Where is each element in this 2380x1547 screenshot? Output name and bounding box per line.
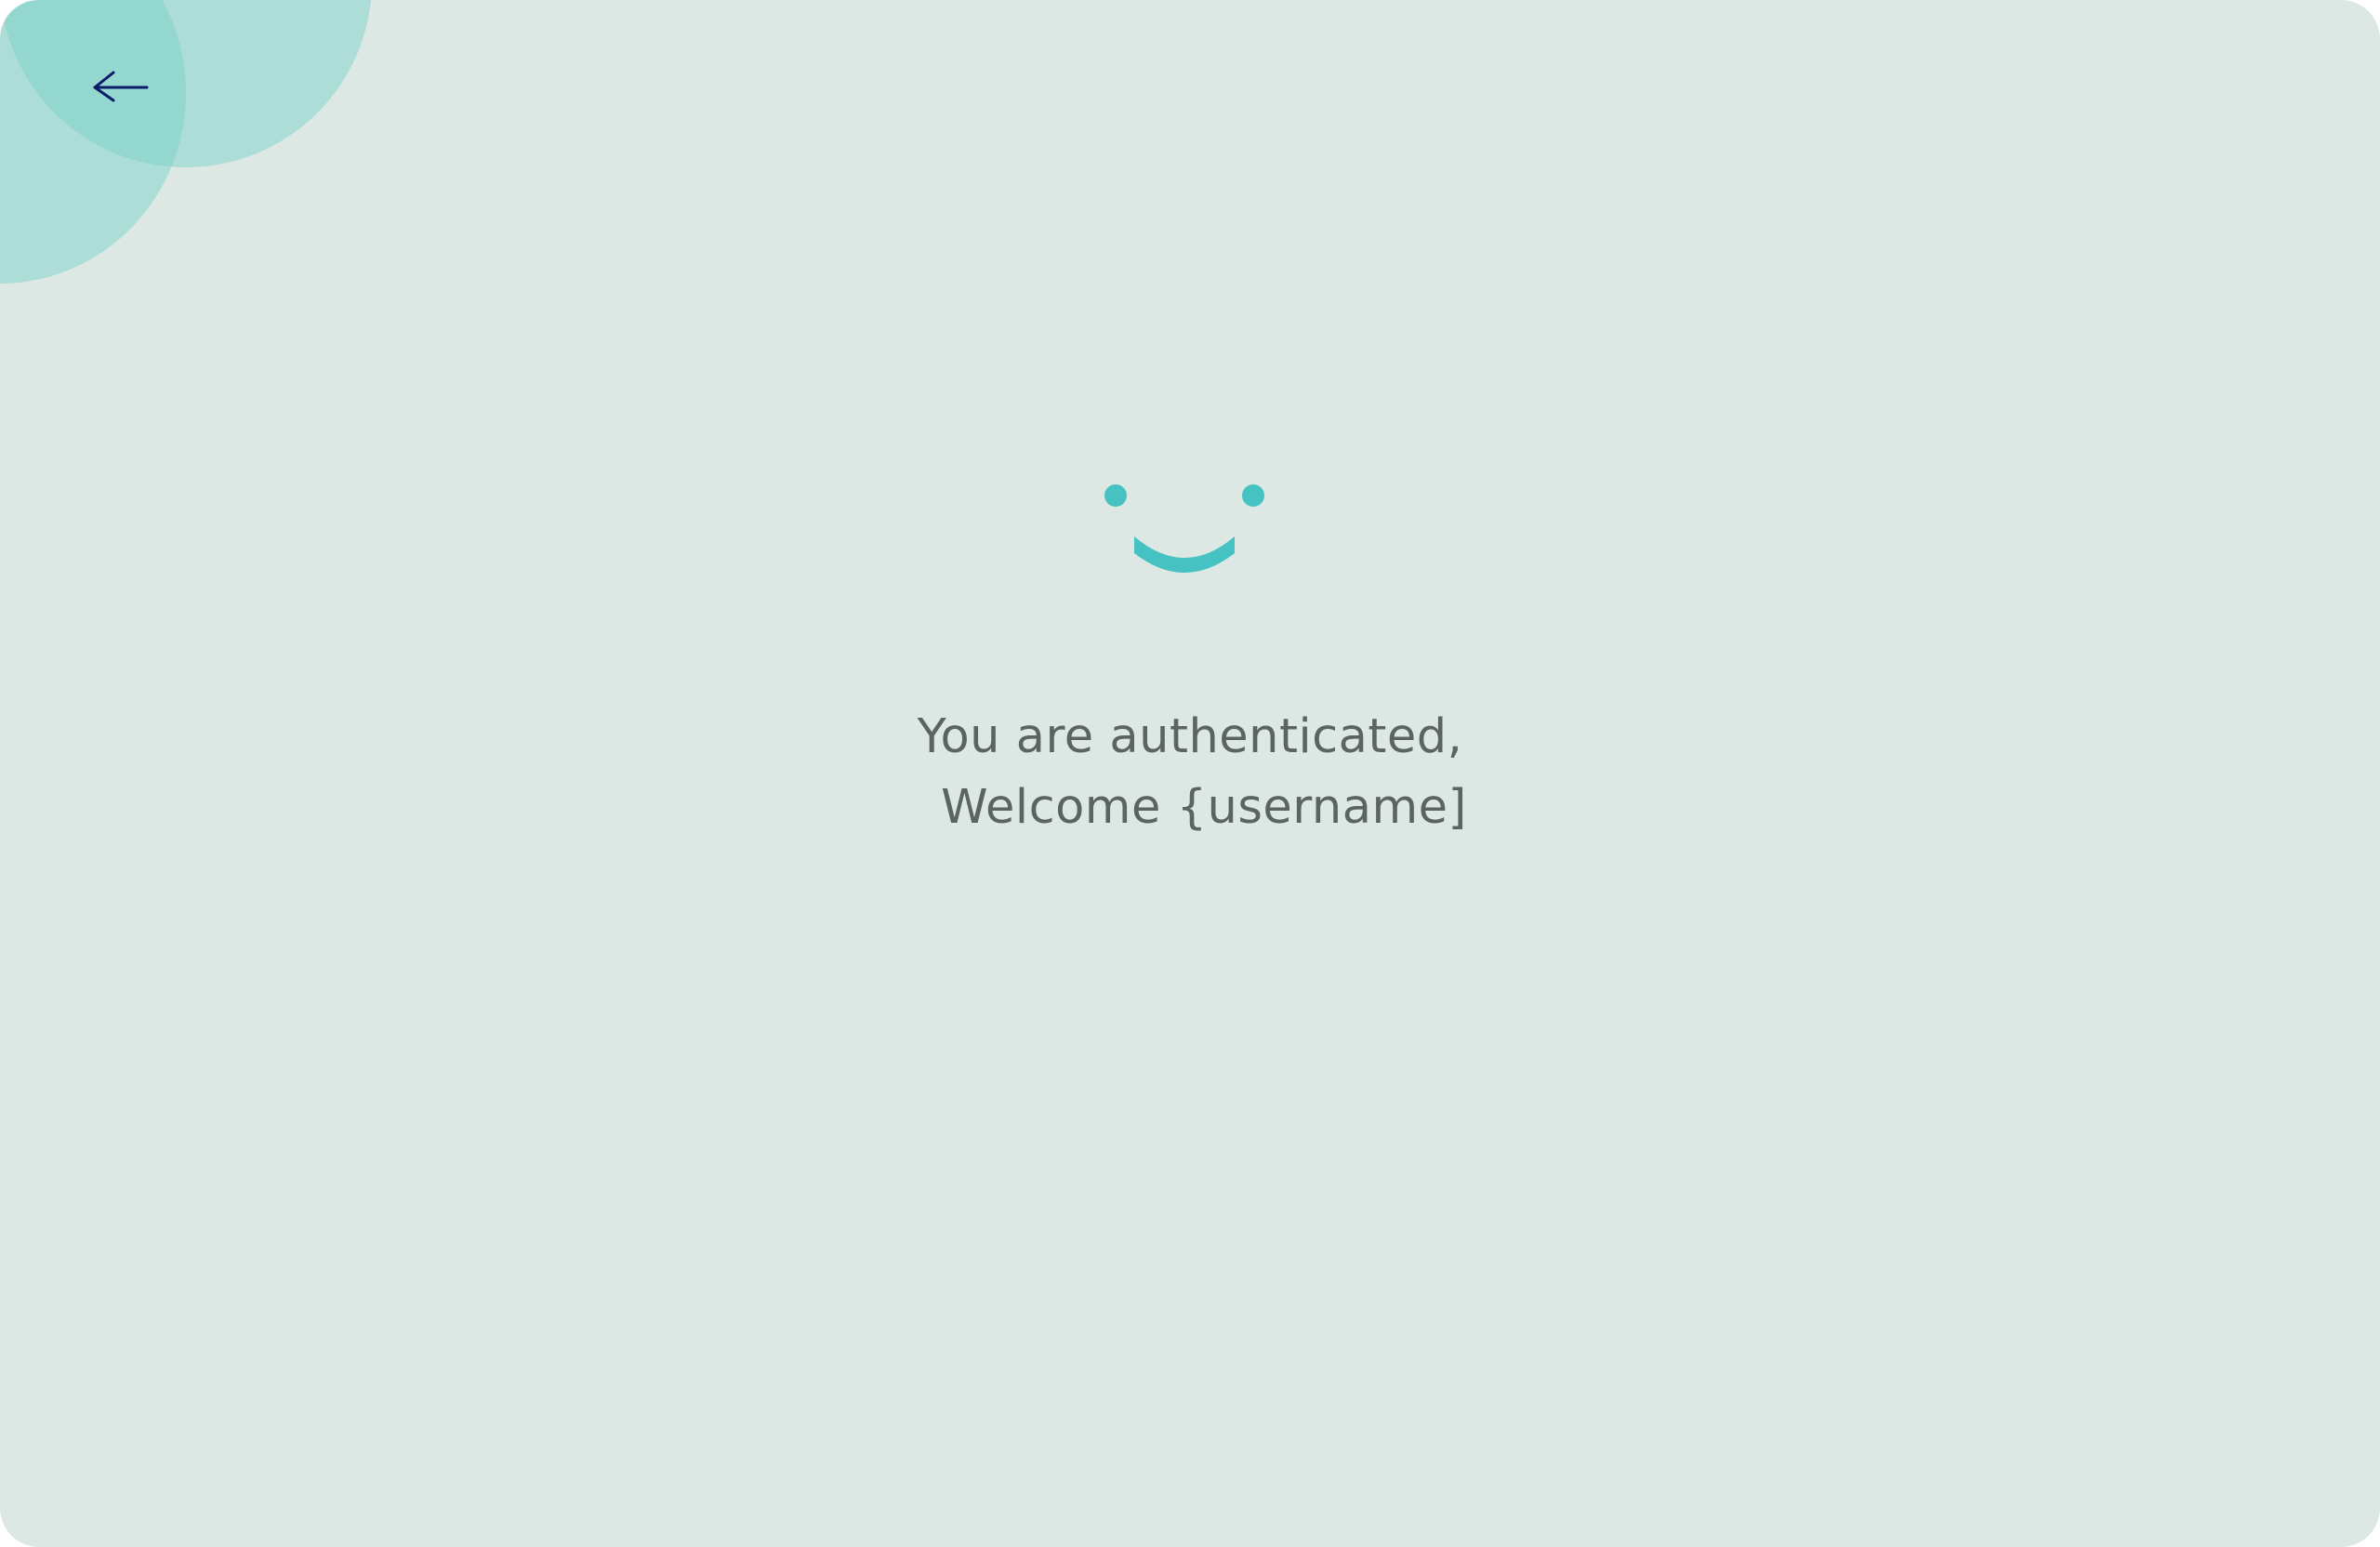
auth-success-screen: You are authenticated, Welcome {username… bbox=[0, 0, 2380, 1547]
welcome-message: You are authenticated, Welcome {username… bbox=[818, 702, 1562, 843]
authenticated-text: You are authenticated, bbox=[917, 709, 1463, 764]
welcome-username-text: Welcome {username] bbox=[941, 780, 1467, 835]
back-button[interactable] bbox=[86, 61, 152, 113]
arrow-left-icon bbox=[93, 71, 149, 102]
smiley-face-icon bbox=[1097, 479, 1283, 581]
